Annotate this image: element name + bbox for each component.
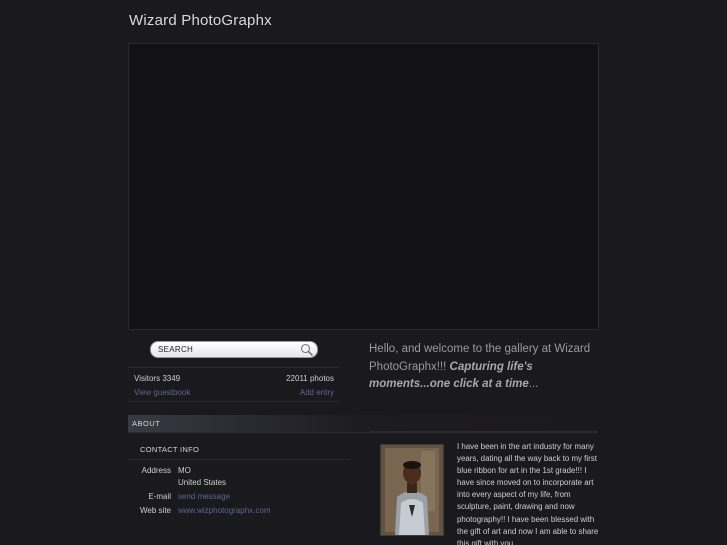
- visitors-count: 3349: [162, 374, 181, 383]
- profile-photo[interactable]: [380, 444, 444, 536]
- address-line2: United States: [178, 478, 227, 487]
- website-link[interactable]: www.wizphotographx.com: [178, 506, 270, 515]
- visitors-label: Visitors: [134, 374, 161, 383]
- visitors-counter: Visitors 3349: [134, 374, 180, 383]
- photo-count: 22011 photos: [286, 374, 334, 383]
- search-icon[interactable]: [299, 342, 314, 357]
- search-box[interactable]: [150, 341, 318, 358]
- email-label: E-mail: [148, 492, 171, 501]
- contact-info-heading: CONTACT INFO: [140, 445, 200, 454]
- address-label: Address: [141, 466, 171, 475]
- divider: [128, 459, 350, 460]
- address-line1: MO: [178, 466, 191, 475]
- website-label: Web site: [140, 506, 171, 515]
- page: Wizard PhotoGraphx Visitors 3349 22011 p…: [0, 0, 727, 545]
- search-input[interactable]: [158, 343, 293, 356]
- divider: [369, 431, 597, 432]
- send-message-link[interactable]: send message: [178, 492, 230, 501]
- bio-text: I have been in the art industry for many…: [457, 442, 599, 545]
- about-heading: ABOUT: [132, 419, 161, 428]
- view-guestbook-link[interactable]: View guestbook: [134, 388, 190, 397]
- slideshow-area[interactable]: [128, 43, 599, 330]
- welcome-ellipsis: ...: [528, 378, 539, 390]
- stats-panel: Visitors 3349 22011 photos View guestboo…: [128, 367, 339, 402]
- add-entry-link[interactable]: Add entry: [300, 388, 334, 397]
- site-title[interactable]: Wizard PhotoGraphx: [129, 12, 272, 29]
- portrait-image: [381, 445, 443, 535]
- welcome-message: Hello, and welcome to the gallery at Wiz…: [369, 341, 601, 394]
